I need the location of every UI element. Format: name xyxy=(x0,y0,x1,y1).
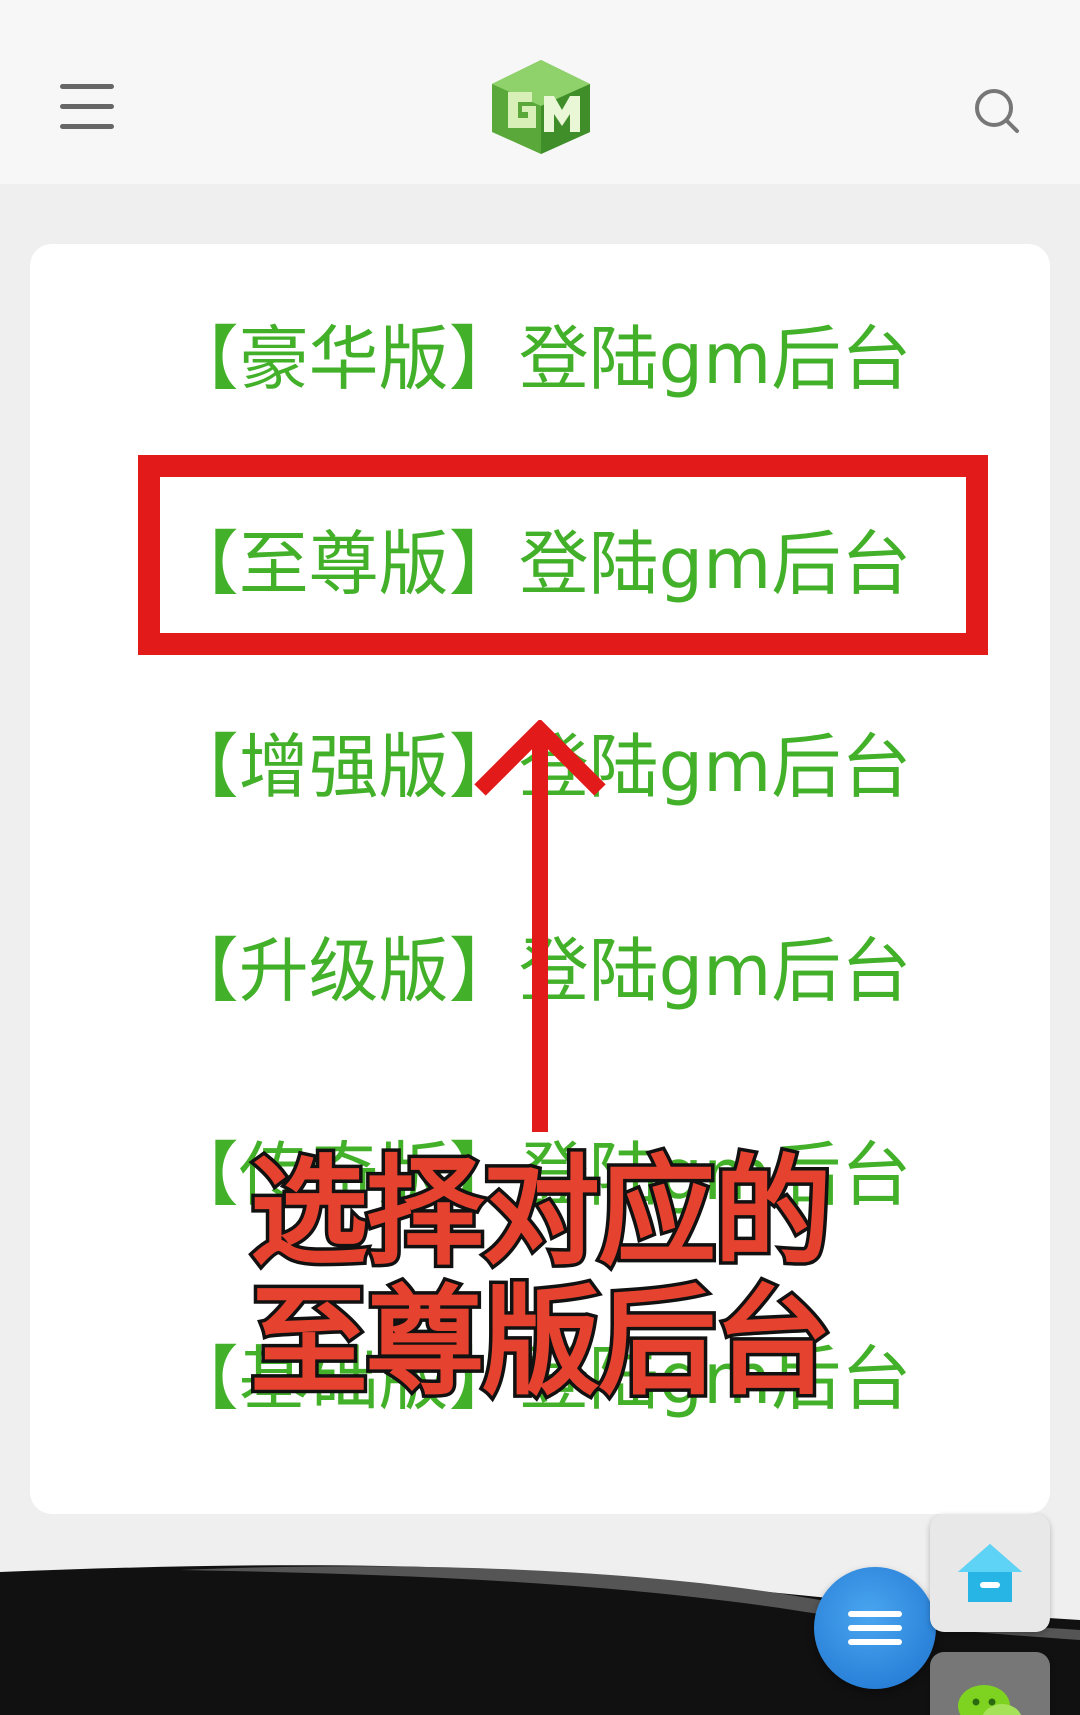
arrow-up-icon xyxy=(474,720,606,1132)
wechat-button[interactable] xyxy=(930,1652,1050,1715)
search-icon[interactable] xyxy=(972,86,1022,136)
wechat-icon xyxy=(958,1685,1021,1715)
overlay-caption-line2: 至尊版后台 xyxy=(246,1273,835,1412)
floating-menu-button[interactable] xyxy=(814,1567,936,1689)
page: 【豪华版】登陆gm后台 【至尊版】登陆gm后台 【增强版】登陆gm后台 【升级版… xyxy=(0,0,1080,1715)
overlay-caption-line1: 选择对应的 xyxy=(246,1143,835,1282)
menu-icon-bar xyxy=(848,1625,902,1631)
top-header xyxy=(0,0,1080,184)
hamburger-menu-icon[interactable] xyxy=(60,84,114,130)
gm-logo-icon[interactable] xyxy=(486,56,596,156)
login-link-deluxe[interactable]: 【豪华版】登陆gm后台 xyxy=(0,314,1080,404)
home-icon xyxy=(958,1544,1022,1602)
menu-icon-bar xyxy=(848,1611,902,1617)
highlight-box-supreme xyxy=(138,455,988,655)
home-button[interactable] xyxy=(930,1514,1050,1632)
menu-icon-bar xyxy=(848,1639,902,1645)
